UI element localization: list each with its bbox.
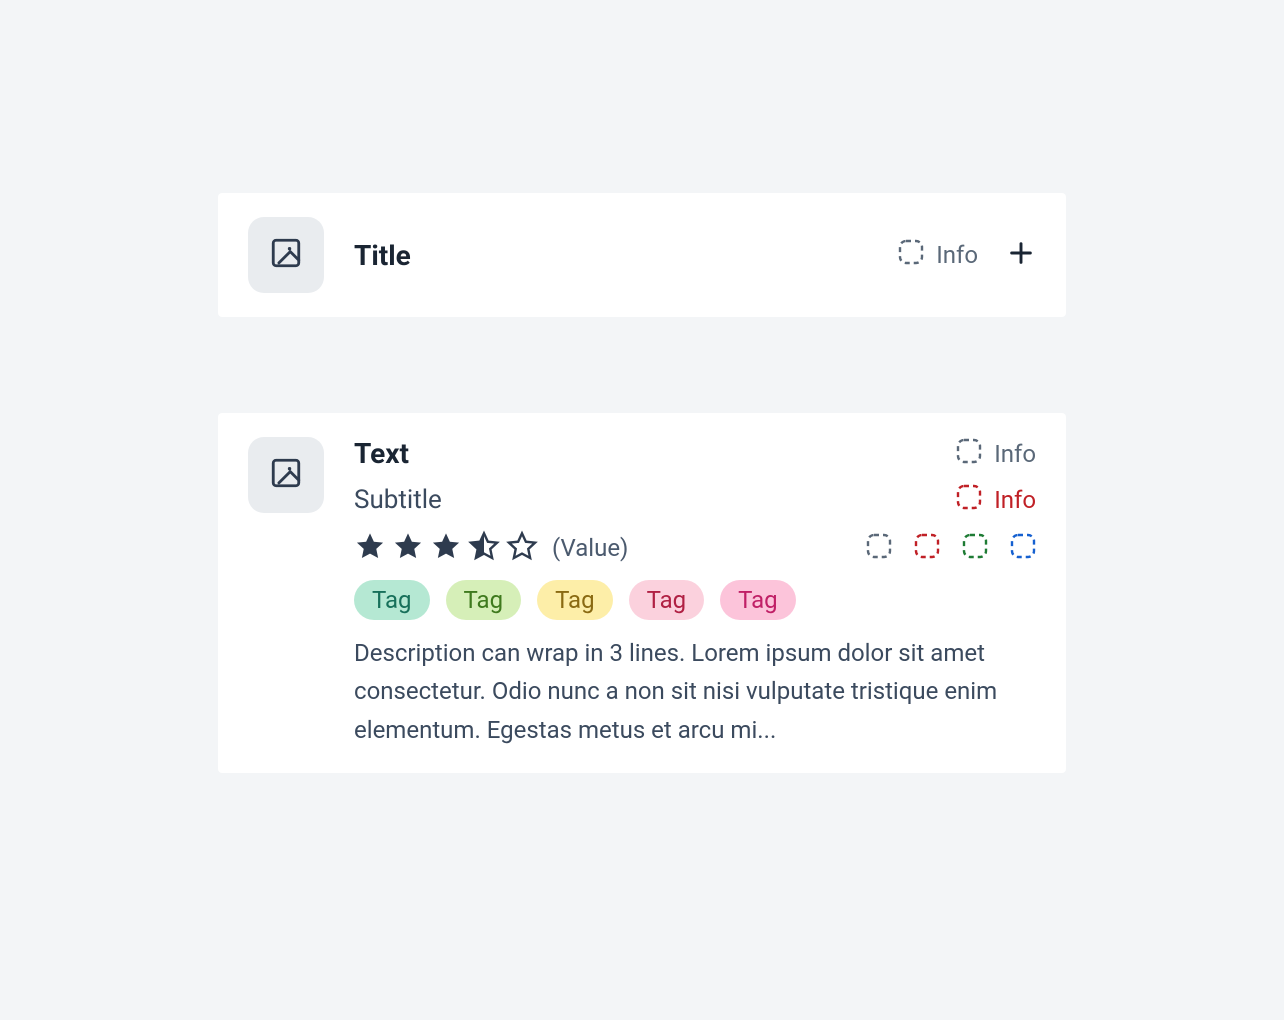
tag[interactable]: Tag (354, 580, 430, 620)
star-full-icon (392, 530, 424, 566)
thumbnail (248, 217, 324, 293)
info-chip: Info (898, 239, 978, 271)
item-description: Description can wrap in 3 lines. Lorem i… (354, 634, 1036, 749)
tag[interactable]: Tag (720, 580, 796, 620)
dashed-box-icon (866, 533, 892, 563)
dashed-box-icon (956, 484, 982, 516)
add-button[interactable] (1006, 240, 1036, 270)
image-placeholder-icon (269, 236, 303, 274)
star-full-icon (430, 530, 462, 566)
list-item-detailed[interactable]: Text Info Subtitle Info (218, 413, 1066, 773)
thumbnail (248, 437, 324, 513)
item-title: Title (354, 239, 411, 272)
image-placeholder-icon (269, 456, 303, 494)
tags-row: Tag Tag Tag Tag Tag (354, 580, 1036, 620)
dashed-box-icon (898, 239, 924, 271)
dashed-box-icon (956, 438, 982, 470)
tag[interactable]: Tag (537, 580, 613, 620)
dashed-box-icon (1010, 533, 1036, 563)
color-indicator-strip (866, 533, 1036, 563)
dashed-box-icon (914, 533, 940, 563)
plus-icon (1007, 239, 1035, 271)
star-half-icon (468, 530, 500, 566)
rating: (Value) (354, 530, 628, 566)
info-label: Info (994, 440, 1036, 468)
list-item-simple[interactable]: Title Info (218, 193, 1066, 317)
tag[interactable]: Tag (446, 580, 522, 620)
info-label: Info (994, 486, 1036, 514)
item-title: Text (354, 437, 409, 470)
info-chip-primary: Info (956, 438, 1036, 470)
info-label: Info (936, 241, 978, 269)
item-subtitle: Subtitle (354, 485, 442, 515)
star-full-icon (354, 530, 386, 566)
dashed-box-icon (962, 533, 988, 563)
tag[interactable]: Tag (629, 580, 705, 620)
rating-value: (Value) (552, 534, 628, 562)
star-empty-icon (506, 530, 538, 566)
info-chip-alert: Info (956, 484, 1036, 516)
